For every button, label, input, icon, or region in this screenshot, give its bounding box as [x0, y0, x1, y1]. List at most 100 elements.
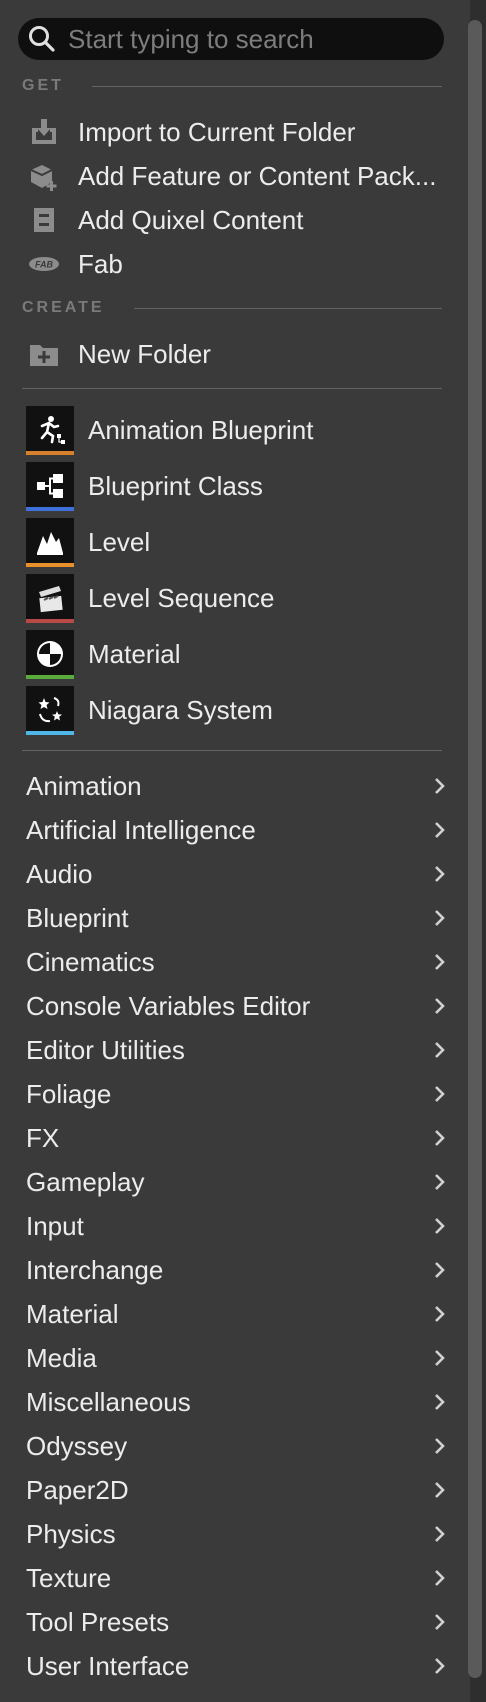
import-icon — [28, 116, 60, 148]
category-label: Console Variables Editor — [26, 991, 311, 1021]
category-label: Animation — [26, 771, 142, 801]
category-foliage[interactable]: Foliage — [0, 1072, 460, 1116]
category-gameplay[interactable]: Gameplay — [0, 1160, 460, 1204]
category-artificial-intelligence[interactable]: Artificial Intelligence — [0, 808, 460, 852]
quixel-icon — [28, 204, 60, 236]
asset-item-label: Animation Blueprint — [88, 415, 314, 445]
section-header-get: GET — [22, 77, 64, 94]
category-input[interactable]: Input — [0, 1204, 460, 1248]
scrollbar-thumb[interactable] — [468, 20, 482, 1678]
category-material[interactable]: Material — [0, 1292, 460, 1336]
menu-item-fab[interactable]: FAB Fab — [0, 246, 460, 282]
category-label: Miscellaneous — [26, 1387, 191, 1417]
chevron-right-icon — [435, 1262, 445, 1278]
asset-item-blueprint-class[interactable]: Blueprint Class — [0, 462, 460, 514]
chevron-right-icon — [435, 866, 445, 882]
asset-item-niagara-system[interactable]: Niagara System — [0, 686, 460, 738]
chevron-right-icon — [435, 1306, 445, 1322]
asset-item-level-sequence[interactable]: Level Sequence — [0, 574, 460, 626]
level-sequence-icon — [26, 574, 74, 622]
menu-item-label: Add Quixel Content — [78, 204, 304, 235]
category-blueprint[interactable]: Blueprint — [0, 896, 460, 940]
niagara-system-icon — [26, 686, 74, 734]
search-icon — [29, 26, 55, 52]
asset-item-label: Niagara System — [88, 695, 273, 725]
search-box[interactable] — [18, 18, 444, 60]
chevron-right-icon — [435, 1438, 445, 1454]
chevron-right-icon — [435, 1482, 445, 1498]
level-icon — [26, 518, 74, 566]
menu-item-label: Import to Current Folder — [78, 116, 356, 147]
category-texture[interactable]: Texture — [0, 1556, 460, 1600]
category-media[interactable]: Media — [0, 1336, 460, 1380]
category-label: Artificial Intelligence — [26, 815, 256, 845]
asset-item-label: Level — [88, 527, 151, 557]
content-pack-icon — [28, 160, 60, 192]
category-odyssey[interactable]: Odyssey — [0, 1424, 460, 1468]
animation-blueprint-icon — [26, 406, 74, 454]
asset-color-bar — [26, 507, 74, 511]
chevron-right-icon — [435, 778, 445, 794]
asset-color-bar — [26, 619, 74, 623]
blueprint-class-icon — [26, 462, 74, 510]
category-label: Interchange — [26, 1255, 164, 1285]
category-paper2d[interactable]: Paper2D — [0, 1468, 460, 1512]
category-audio[interactable]: Audio — [0, 852, 460, 896]
chevron-right-icon — [435, 1042, 445, 1058]
chevron-right-icon — [435, 1394, 445, 1410]
menu-item-label: New Folder — [78, 338, 211, 369]
category-label: Paper2D — [26, 1475, 129, 1505]
category-fx[interactable]: FX — [0, 1116, 460, 1160]
chevron-right-icon — [435, 822, 445, 838]
asset-item-label: Level Sequence — [88, 583, 275, 613]
category-label: Editor Utilities — [26, 1035, 185, 1065]
category-label: Audio — [26, 859, 93, 889]
category-label: Tool Presets — [26, 1607, 170, 1637]
category-interchange[interactable]: Interchange — [0, 1248, 460, 1292]
section-divider — [92, 86, 442, 87]
category-label: Foliage — [26, 1079, 112, 1109]
chevron-right-icon — [435, 1526, 445, 1542]
category-animation[interactable]: Animation — [0, 764, 460, 808]
menu-item-label: Fab — [78, 248, 123, 279]
asset-item-level[interactable]: Level — [0, 518, 460, 570]
svg-text:FAB: FAB — [35, 260, 54, 270]
category-label: Gameplay — [26, 1167, 145, 1197]
chevron-right-icon — [435, 1174, 445, 1190]
category-label: FX — [26, 1123, 60, 1153]
asset-item-material[interactable]: Material — [0, 630, 460, 682]
category-console-variables-editor[interactable]: Console Variables Editor — [0, 984, 460, 1028]
category-label: User Interface — [26, 1651, 190, 1681]
category-label: Media — [26, 1343, 97, 1373]
new-folder-icon — [28, 338, 60, 370]
chevron-right-icon — [435, 1570, 445, 1586]
category-label: Material — [26, 1299, 119, 1329]
category-label: Odyssey — [26, 1431, 128, 1461]
category-editor-utilities[interactable]: Editor Utilities — [0, 1028, 460, 1072]
menu-item-add-quixel[interactable]: Add Quixel Content — [0, 202, 460, 238]
chevron-right-icon — [435, 1130, 445, 1146]
chevron-right-icon — [435, 1658, 445, 1674]
category-user-interface[interactable]: User Interface — [0, 1644, 460, 1688]
search-input[interactable] — [68, 23, 428, 55]
category-label: Physics — [26, 1519, 116, 1549]
asset-item-label: Material — [88, 639, 181, 669]
category-label: Blueprint — [26, 903, 129, 933]
asset-item-animation-blueprint[interactable]: Animation Blueprint — [0, 406, 460, 458]
category-miscellaneous[interactable]: Miscellaneous — [0, 1380, 460, 1424]
category-physics[interactable]: Physics — [0, 1512, 460, 1556]
add-new-menu: GET Import to Current Folder Add Feature… — [0, 0, 470, 1702]
menu-item-label: Add Feature or Content Pack... — [78, 160, 437, 191]
category-tool-presets[interactable]: Tool Presets — [0, 1600, 460, 1644]
divider — [22, 388, 442, 389]
chevron-right-icon — [435, 954, 445, 970]
category-label: Cinematics — [26, 947, 155, 977]
category-cinematics[interactable]: Cinematics — [0, 940, 460, 984]
chevron-right-icon — [435, 1086, 445, 1102]
asset-color-bar — [26, 731, 74, 735]
menu-item-import[interactable]: Import to Current Folder — [0, 114, 460, 150]
menu-item-new-folder[interactable]: New Folder — [0, 336, 460, 372]
material-icon — [26, 630, 74, 678]
asset-item-label: Blueprint Class — [88, 471, 263, 501]
menu-item-add-content-pack[interactable]: Add Feature or Content Pack... — [0, 158, 460, 194]
